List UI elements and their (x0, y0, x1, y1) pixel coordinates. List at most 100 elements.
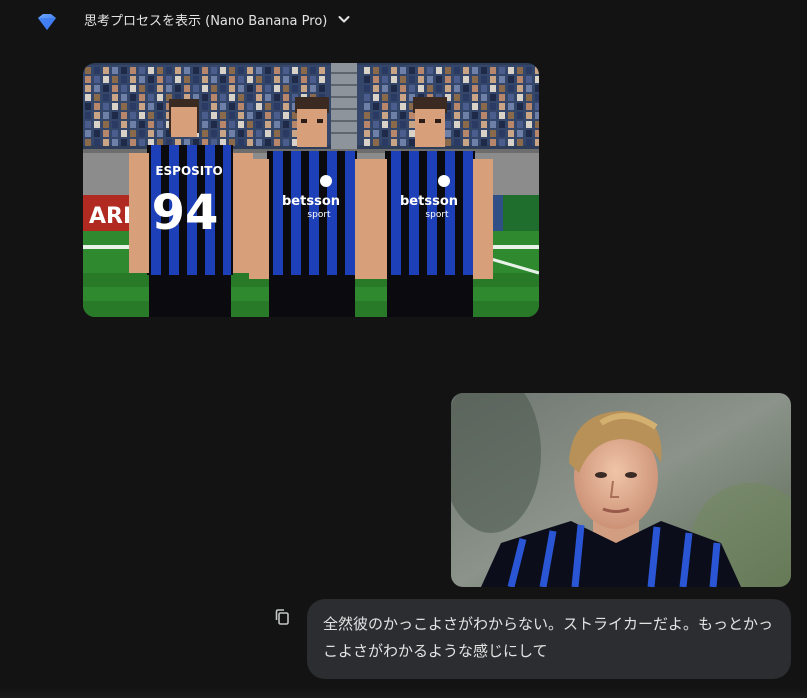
crowd-pixel (274, 103, 280, 110)
crowd-pixel (220, 130, 226, 137)
crowd-pixel (535, 130, 539, 137)
crowd-pixel (211, 103, 217, 110)
crowd-pixel (103, 67, 109, 74)
crowd-pixel (103, 94, 109, 101)
crowd-pixel (220, 76, 226, 83)
copy-icon[interactable] (273, 608, 291, 626)
user-uploaded-photo[interactable] (451, 393, 791, 587)
crowd-pixel (445, 67, 451, 74)
crowd-pixel (229, 76, 235, 83)
crowd-pixel (472, 139, 478, 146)
crowd-pixel (382, 103, 388, 110)
crowd-pixel (427, 67, 433, 74)
crowd-pixel (409, 130, 415, 137)
sponsor-1-line2: sport (307, 210, 331, 220)
crowd-pixel (202, 139, 208, 146)
crowd-pixel (229, 112, 235, 119)
crowd-pixel (274, 112, 280, 119)
crowd-pixel (373, 85, 379, 92)
crowd-pixel (400, 139, 406, 146)
crowd-pixel (265, 76, 271, 83)
crowd-pixel (283, 67, 289, 74)
crowd-pixel (517, 103, 523, 110)
crowd-pixel (472, 112, 478, 119)
crowd-pixel (229, 103, 235, 110)
crowd-pixel (454, 85, 460, 92)
crowd-pixel (166, 85, 172, 92)
crowd-pixel (85, 76, 91, 83)
crowd-pixel (211, 121, 217, 128)
crowd-pixel (463, 85, 469, 92)
crowd-pixel (130, 112, 136, 119)
crowd-pixel (256, 85, 262, 92)
crowd-pixel (157, 139, 163, 146)
crowd-pixel (148, 139, 154, 146)
crowd-pixel (157, 121, 163, 128)
crowd-pixel (319, 76, 325, 83)
crowd-pixel (139, 103, 145, 110)
crowd-pixel (472, 130, 478, 137)
crowd-pixel (103, 130, 109, 137)
crowd-pixel (490, 112, 496, 119)
crowd-pixel (283, 76, 289, 83)
crowd-pixel (121, 94, 127, 101)
crowd-pixel (247, 130, 253, 137)
crowd-pixel (499, 121, 505, 128)
crowd-pixel (508, 121, 514, 128)
crowd-pixel (139, 112, 145, 119)
crowd-pixel (112, 121, 118, 128)
crowd-pixel (400, 67, 406, 74)
crowd-pixel (148, 67, 154, 74)
crowd-pixel (418, 85, 424, 92)
crowd-pixel (526, 103, 532, 110)
crowd-pixel (103, 121, 109, 128)
crowd-pixel (238, 94, 244, 101)
crowd-pixel (112, 139, 118, 146)
crowd-pixel (373, 112, 379, 119)
crowd-pixel (184, 85, 190, 92)
crowd-pixel (364, 112, 370, 119)
crowd-pixel (184, 67, 190, 74)
generated-image[interactable]: ARE E ESPOSITO 94 (83, 63, 539, 317)
crowd-pixel (247, 94, 253, 101)
crowd-pixel (445, 76, 451, 83)
crowd-pixel (400, 130, 406, 137)
crowd-pixel (409, 121, 415, 128)
crowd-pixel (409, 112, 415, 119)
crowd-pixel (463, 67, 469, 74)
crowd-pixel (112, 85, 118, 92)
crowd-pixel (121, 103, 127, 110)
crowd-pixel (94, 139, 100, 146)
crowd-pixel (247, 121, 253, 128)
crowd-pixel (247, 76, 253, 83)
crowd-pixel (85, 139, 91, 146)
crowd-pixel (400, 103, 406, 110)
crowd-pixel (121, 121, 127, 128)
show-thinking-toggle[interactable]: 思考プロセスを表示 (Nano Banana Pro) (84, 9, 351, 29)
crowd-pixel (310, 85, 316, 92)
crowd-pixel (535, 76, 539, 83)
crowd-pixel (202, 112, 208, 119)
crowd-pixel (535, 139, 539, 146)
crowd-pixel (400, 112, 406, 119)
sponsor-2-line1: betsson (400, 194, 458, 209)
crowd-pixel (445, 85, 451, 92)
crowd-pixel (265, 121, 271, 128)
crowd-pixel (508, 112, 514, 119)
crowd-pixel (382, 85, 388, 92)
crowd-pixel (364, 67, 370, 74)
crowd-pixel (256, 139, 262, 146)
crowd-pixel (265, 112, 271, 119)
crowd-pixel (373, 121, 379, 128)
crowd-pixel (409, 139, 415, 146)
crowd-pixel (472, 85, 478, 92)
crowd-pixel (148, 121, 154, 128)
crowd-pixel (130, 67, 136, 74)
crowd-pixel (472, 94, 478, 101)
chevron-down-icon (338, 16, 350, 23)
crowd-pixel (112, 76, 118, 83)
crowd-pixel (139, 85, 145, 92)
crowd-pixel (391, 94, 397, 101)
crowd-pixel (463, 112, 469, 119)
crowd-pixel (85, 67, 91, 74)
